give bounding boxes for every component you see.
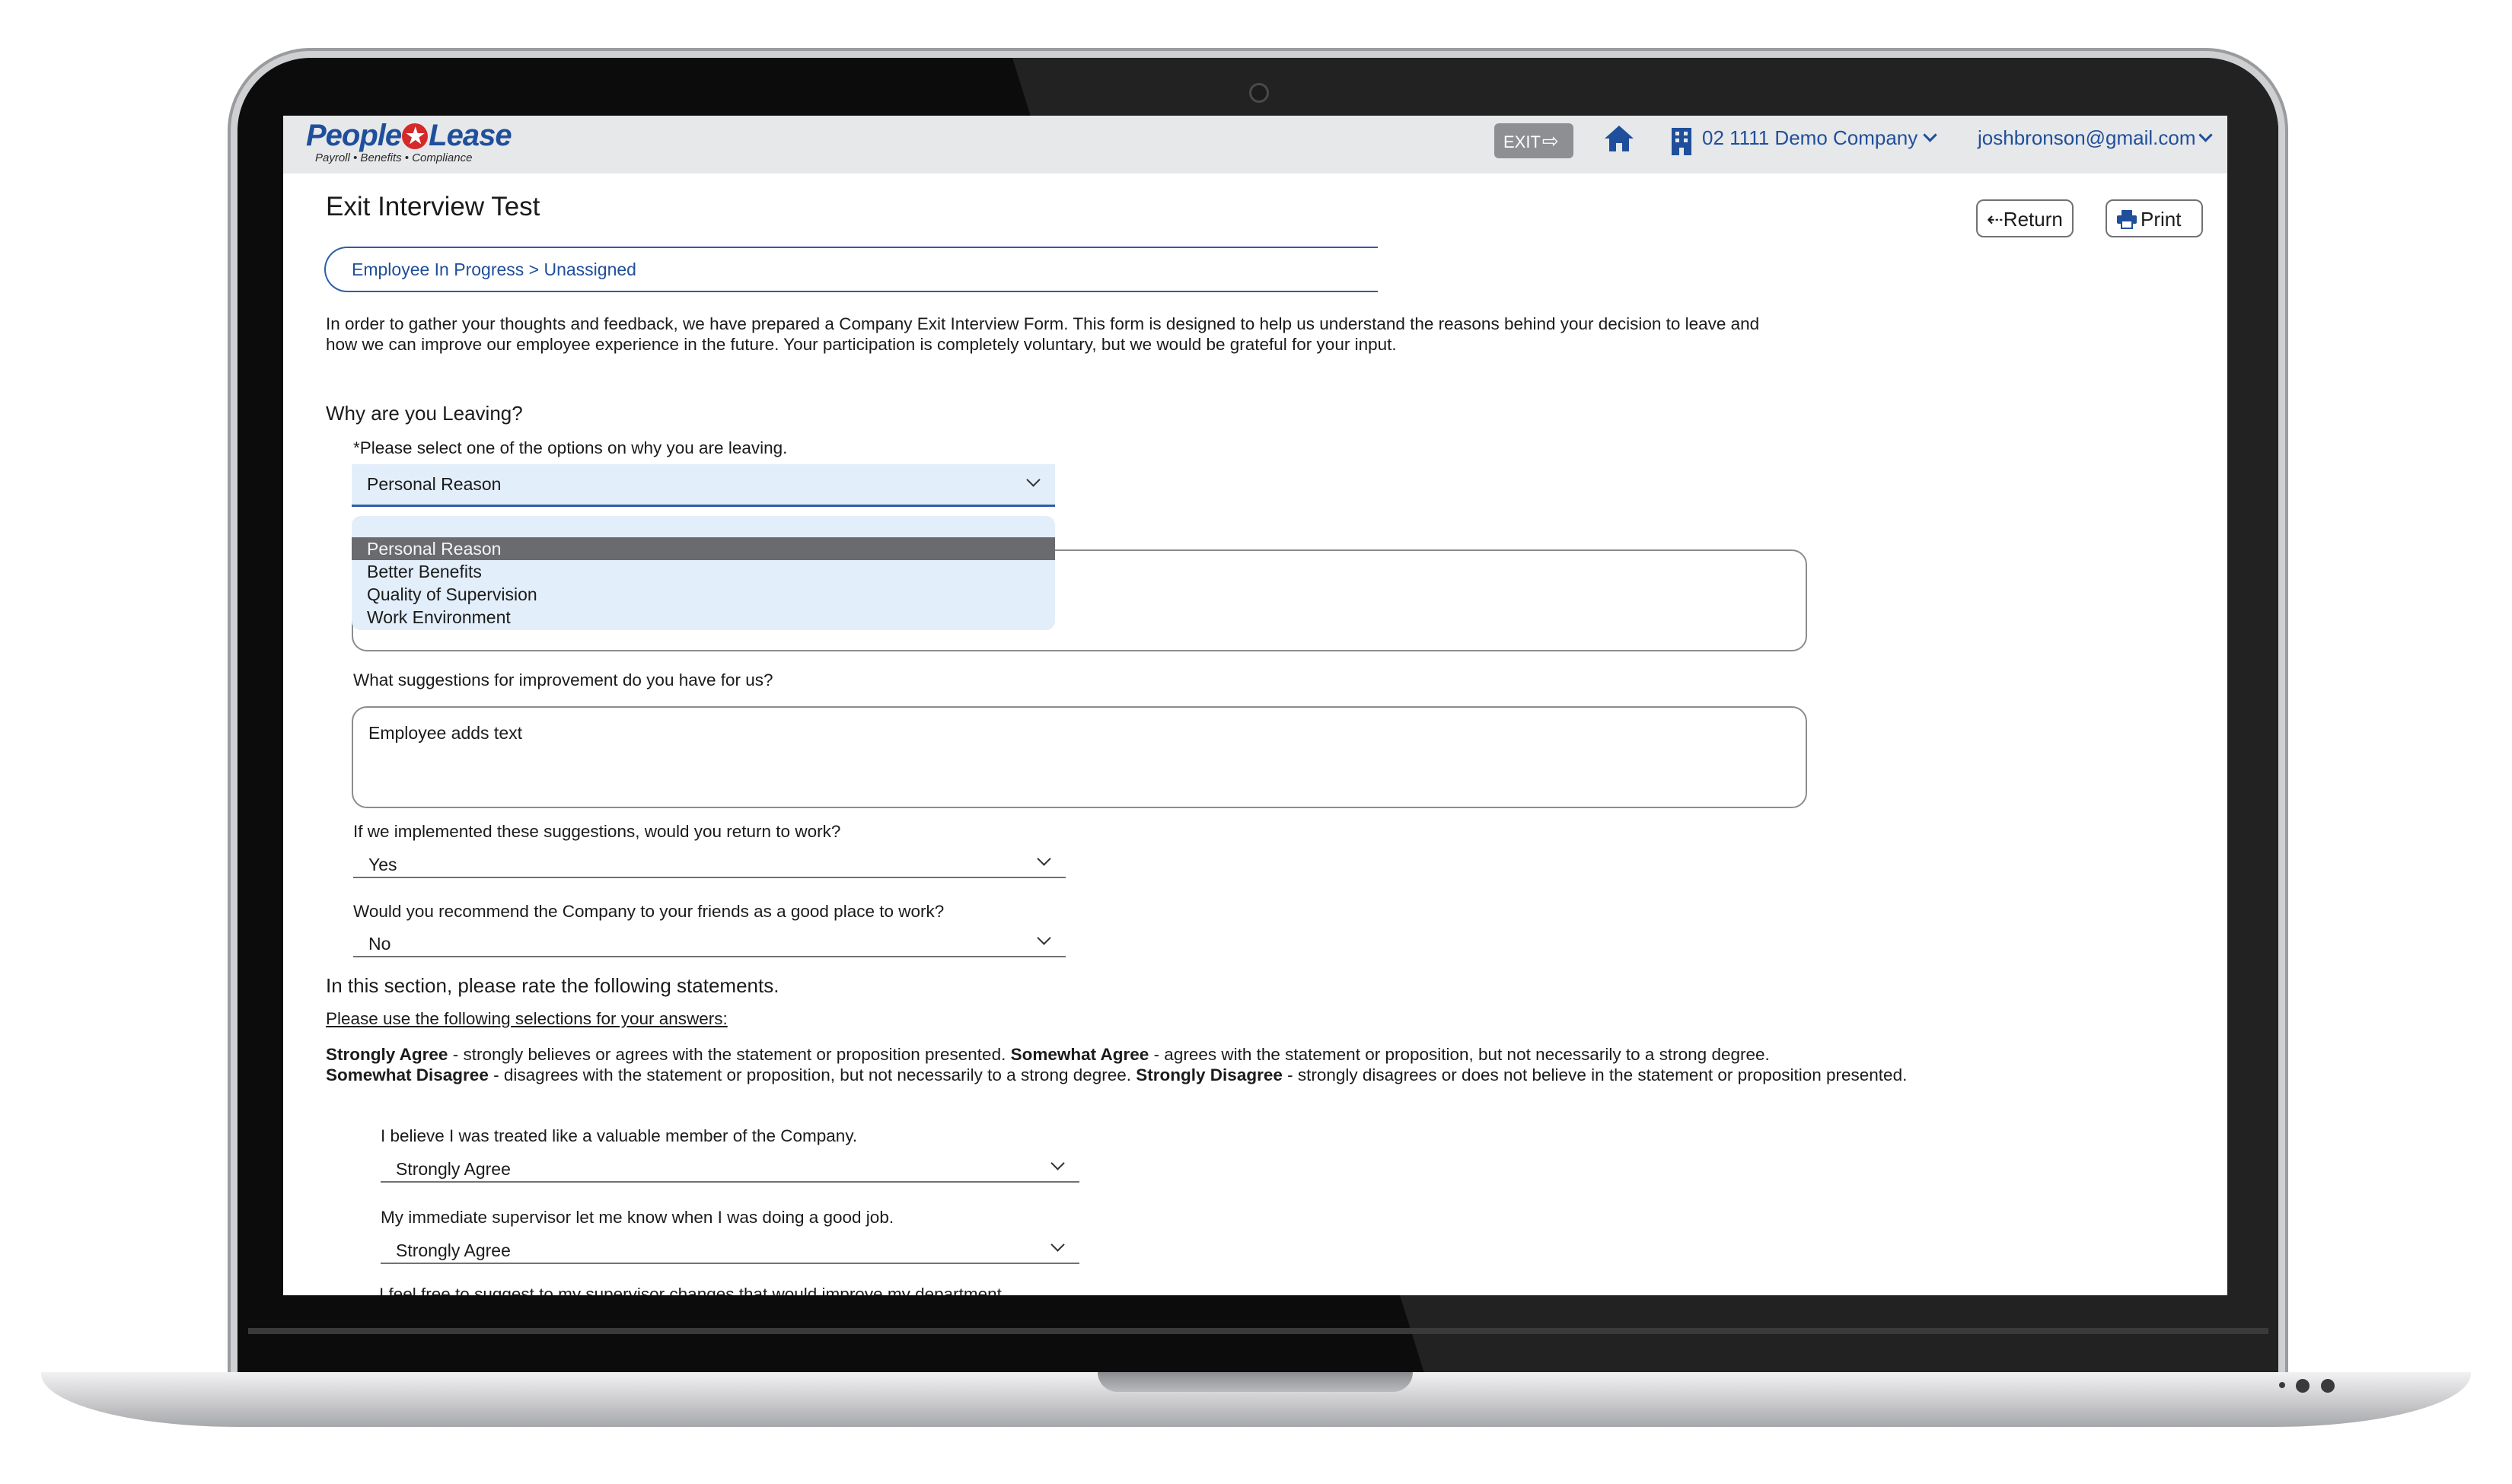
- suggestions-textarea[interactable]: Employee adds text: [352, 706, 1807, 808]
- statement-rating-select[interactable]: Strongly Agree: [381, 1232, 1079, 1264]
- statement-rating-select[interactable]: Strongly Agree: [381, 1151, 1079, 1183]
- main-content: Exit Interview Test ⇠Return Print Employ…: [283, 174, 2227, 1295]
- chevron-down-icon: [2198, 128, 2213, 142]
- statement-text: I believe I was treated like a valuable …: [381, 1126, 858, 1145]
- chevron-down-icon: [1037, 931, 1051, 945]
- statement-text: My immediate supervisor let me know when…: [381, 1208, 894, 1227]
- chevron-down-icon: [1026, 473, 1041, 487]
- laptop-opening-notch: [1098, 1372, 1413, 1392]
- logo-tagline: Payroll • Benefits • Compliance: [315, 151, 473, 164]
- status-breadcrumb: Employee In Progress > Unassigned: [324, 247, 1378, 292]
- legend-term: Somewhat Disagree: [326, 1065, 489, 1084]
- dropdown-option[interactable]: Better Benefits: [352, 560, 1055, 583]
- dropdown-option[interactable]: Quality of Supervision: [352, 583, 1055, 606]
- top-navigation-bar: People ★ Lease Payroll • Benefits • Compli…: [283, 116, 2227, 174]
- dropdown-option[interactable]: Work Environment: [352, 606, 1055, 629]
- legend-desc: - disagrees with the statement or propos…: [488, 1065, 1136, 1084]
- reason-select[interactable]: Personal Reason: [352, 464, 1055, 507]
- exit-icon: ⇨: [1541, 129, 1559, 152]
- intro-text: In order to gather your thoughts and fee…: [326, 314, 1760, 354]
- printer-icon: [2117, 210, 2137, 229]
- recommend-selected-value: No: [368, 934, 391, 954]
- return-selected-value: Yes: [368, 855, 397, 874]
- legend-term: Somewhat Agree: [1010, 1045, 1149, 1064]
- chevron-down-icon: [1050, 1156, 1065, 1170]
- app-screen: People ★ Lease Payroll • Benefits • Compli…: [283, 116, 2227, 1295]
- print-button[interactable]: Print: [2106, 199, 2203, 237]
- print-label: Print: [2141, 208, 2182, 231]
- peoplelease-logo[interactable]: People ★ Lease Payroll • Benefits • Compli…: [306, 119, 512, 164]
- section-heading-why-leaving: Why are you Leaving?: [326, 402, 523, 425]
- indicator-light: [2321, 1379, 2335, 1393]
- chevron-down-icon: [1037, 852, 1051, 866]
- legend-desc: - strongly disagrees or does not believe…: [1282, 1065, 1908, 1084]
- webcam: [1249, 83, 1269, 103]
- user-menu[interactable]: joshbronson@gmail.com: [1978, 126, 2213, 150]
- indicator-light: [2279, 1382, 2285, 1388]
- return-label: Return: [2003, 208, 2063, 231]
- logo-text: Lease: [429, 119, 512, 152]
- indicator-light: [2296, 1379, 2310, 1393]
- logo-star-icon: ★: [402, 123, 429, 149]
- statement-rating-value: Strongly Agree: [396, 1159, 511, 1179]
- exit-label: EXIT: [1503, 132, 1541, 151]
- home-icon[interactable]: [1603, 123, 1635, 158]
- recommend-prompt: Would you recommend the Company to your …: [353, 902, 945, 921]
- arrow-left-icon: ⇠: [1987, 208, 2004, 231]
- statement-text: I feel free to suggest to my supervisor …: [379, 1285, 1007, 1295]
- statement-rating-value: Strongly Agree: [396, 1240, 511, 1260]
- page-title: Exit Interview Test: [326, 192, 540, 221]
- rating-instructions: Please use the following selections for …: [326, 1009, 728, 1028]
- bezel-bottom-strip: [248, 1328, 2268, 1334]
- legend-desc: - strongly believes or agrees with the s…: [448, 1045, 1011, 1064]
- recommend-select[interactable]: No: [353, 925, 1066, 957]
- legend-term: Strongly Agree: [326, 1045, 448, 1064]
- reason-prompt: *Please select one of the options on why…: [353, 438, 788, 457]
- return-select[interactable]: Yes: [353, 846, 1066, 878]
- chevron-down-icon: [1923, 128, 1937, 142]
- reason-dropdown-list: Personal Reason Better Benefits Quality …: [352, 516, 1055, 630]
- legend-desc: - agrees with the statement or propositi…: [1149, 1045, 1770, 1064]
- rating-section-heading: In this section, please rate the followi…: [326, 974, 779, 997]
- exit-button[interactable]: EXIT⇨: [1494, 123, 1573, 158]
- chevron-down-icon: [1050, 1237, 1065, 1252]
- return-prompt: If we implemented these suggestions, wou…: [353, 822, 841, 841]
- legend-term: Strongly Disagree: [1136, 1065, 1283, 1084]
- suggestions-value: Employee adds text: [368, 723, 523, 743]
- company-selector[interactable]: 02 1111 Demo Company: [1702, 126, 1937, 150]
- reason-selected-value: Personal Reason: [367, 474, 502, 494]
- dropdown-option[interactable]: Personal Reason: [352, 537, 1055, 560]
- suggestions-prompt: What suggestions for improvement do you …: [353, 670, 773, 689]
- user-email: joshbronson@gmail.com: [1978, 126, 2196, 149]
- logo-text: People: [306, 119, 402, 152]
- return-button[interactable]: ⇠Return: [1976, 199, 2074, 237]
- building-icon: [1670, 126, 1693, 161]
- company-name: 02 1111 Demo Company: [1702, 126, 1918, 149]
- rating-legend: Strongly Agree - strongly believes or ag…: [326, 1044, 2214, 1085]
